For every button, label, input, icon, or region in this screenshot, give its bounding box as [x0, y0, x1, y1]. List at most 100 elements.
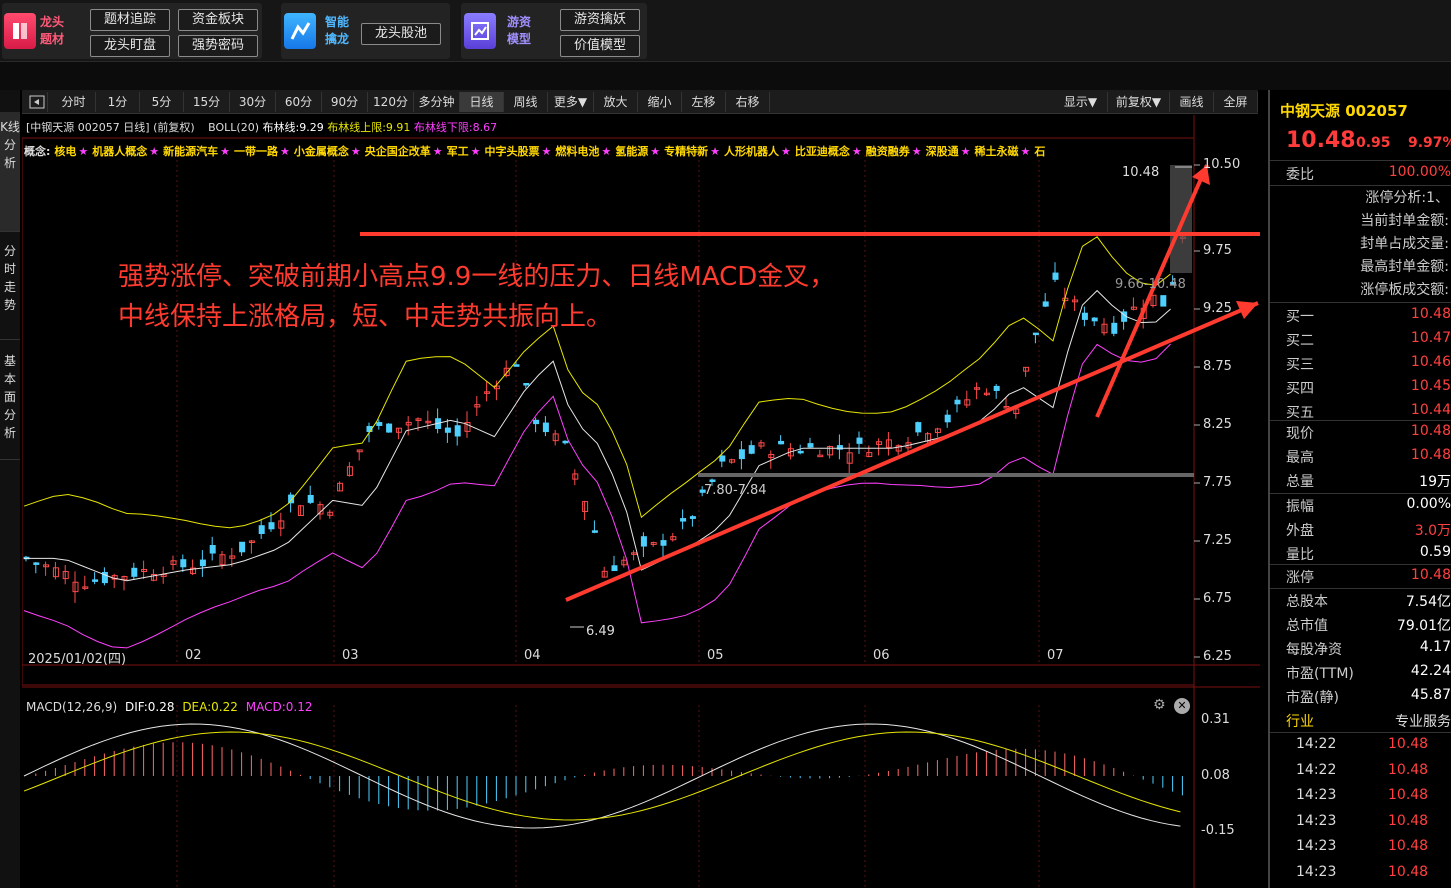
macd-dea: DEA:0.22 — [182, 700, 238, 714]
toolbar-item[interactable]: 30分 — [230, 92, 276, 112]
quote-row: 总股本 7.54亿 — [1270, 588, 1451, 612]
concept-item[interactable]: 氢能源 — [615, 145, 648, 158]
star-icon: ★ — [78, 145, 89, 158]
support-zone — [698, 473, 1194, 477]
concept-item[interactable]: 专精特新 — [664, 145, 708, 158]
concept-item[interactable]: 比亚迪概念 — [795, 145, 850, 158]
toolbar-item[interactable]: 日线 — [460, 92, 504, 112]
close-icon[interactable]: ✕ — [1174, 698, 1190, 714]
annotation-line-2: 中线保持上涨格局，短、中走势共振向上。 — [118, 302, 613, 332]
star-icon: ★ — [960, 145, 971, 158]
concept-item[interactable]: 深股通 — [926, 145, 959, 158]
side-tabs: K线分析 分时走势 基本面分析 — [0, 90, 20, 888]
group-dragon-topics: 龙头题材 题材追踪 资金板块 龙头盯盘 强势密码 — [2, 3, 262, 59]
concept-item[interactable]: 中字头股票 — [485, 145, 540, 158]
toolbar-item[interactable]: 更多▼ — [548, 92, 594, 112]
concept-label: 概念: — [24, 145, 51, 158]
dragon-pool-button[interactable]: 龙头股池 — [361, 23, 441, 45]
toolbar-item[interactable]: 多分钟 — [414, 92, 460, 112]
toolbar-item[interactable]: 60分 — [276, 92, 322, 112]
candle-body — [817, 454, 824, 458]
toolbar-item[interactable]: 120分 — [368, 92, 414, 112]
gear-icon[interactable]: ⚙ — [1153, 697, 1166, 713]
concept-item[interactable]: 人形机器人 — [724, 145, 779, 158]
annotation-overlay — [360, 164, 1260, 602]
toolbar-item[interactable]: 放大 — [594, 92, 638, 112]
strength-code-button[interactable]: 强势密码 — [178, 35, 258, 57]
quote-row: 外盘 3.0万 — [1270, 517, 1451, 541]
candle-body — [689, 516, 696, 519]
quote-row-label: 总市值 — [1286, 618, 1328, 634]
tick-row: 14:23 10.48 — [1270, 810, 1451, 834]
star-icon: ★ — [710, 145, 721, 158]
concept-item[interactable]: 一带一路 — [234, 145, 278, 158]
leader-watch-button[interactable]: 龙头盯盘 — [90, 35, 170, 57]
concept-item[interactable]: 小金属概念 — [294, 145, 349, 158]
concept-item[interactable]: 军工 — [447, 145, 469, 158]
star-icon: ★ — [470, 145, 481, 158]
price-change-pct: 9.97% — [1408, 135, 1451, 151]
spacer-bar — [0, 62, 1451, 90]
ghost-box — [1170, 165, 1192, 273]
concept-item[interactable]: 燃料电池 — [555, 145, 599, 158]
star-icon: ★ — [280, 145, 290, 158]
toolbar-item[interactable]: 周线 — [504, 92, 548, 112]
quote-row-value: 10.48 — [1410, 306, 1451, 322]
price-tick: 7.75 — [1203, 475, 1232, 490]
toolbar-item[interactable]: 90分 — [322, 92, 368, 112]
tab-fundamental[interactable]: 基本面分析 — [0, 350, 20, 460]
quote-row-value: 10.47 — [1410, 330, 1451, 346]
quote-row-label: 市盈(TTM) — [1286, 666, 1354, 682]
dea-line — [23, 731, 1181, 821]
toolbar-item[interactable]: 15分 — [184, 92, 230, 112]
candle-body — [268, 522, 275, 530]
candle-body — [1052, 272, 1059, 280]
chart-header: [中钢天源 002057 日线] (前复权) BOLL(20) 布林线:9.29… — [26, 119, 497, 135]
quote-row-label: 总股本 — [1286, 594, 1328, 610]
concept-item[interactable]: 核电 — [54, 145, 76, 158]
star-icon: ★ — [432, 145, 443, 158]
candle-body — [591, 530, 598, 533]
star-icon: ★ — [911, 145, 922, 158]
tab-kline[interactable]: K线分析 — [0, 112, 20, 232]
quote-row: 量比 0.59 — [1270, 541, 1451, 565]
dragon-topics-icon — [4, 13, 36, 49]
concept-item[interactable]: 央企国企改革 — [365, 145, 431, 158]
toolbar-right-item[interactable]: 画线 — [1170, 92, 1214, 112]
boll-lower: 布林线下限:8.67 — [413, 121, 498, 134]
toolbar-right-item[interactable]: 显示▼ — [1054, 92, 1108, 112]
toolbar-item[interactable]: 右移 — [726, 92, 770, 112]
toolbar-item[interactable]: 分时 — [52, 92, 96, 112]
toolbar-item[interactable]: 左移 — [682, 92, 726, 112]
tab-intraday[interactable]: 分时走势 — [0, 240, 20, 340]
hot-money-button[interactable]: 游资擒妖 — [560, 9, 640, 31]
concept-item[interactable]: 稀土永磁 — [975, 145, 1019, 158]
value-model-button[interactable]: 价值模型 — [560, 35, 640, 57]
concept-item[interactable]: 融资融券 — [866, 145, 910, 158]
price-tick: 9.25 — [1203, 301, 1232, 316]
first-date-label: 2025/01/02(四) — [28, 652, 127, 667]
star-icon: ★ — [541, 145, 552, 158]
collapse-icon[interactable] — [26, 92, 48, 112]
concept-item[interactable]: 石 — [1034, 145, 1045, 158]
toolbar-right-item[interactable]: 前复权▼ — [1108, 92, 1170, 112]
dif-line — [23, 723, 1181, 829]
candle-body — [523, 383, 530, 386]
toolbar-item[interactable]: 5分 — [140, 92, 184, 112]
toolbar-right-item[interactable]: 全屏 — [1214, 92, 1258, 112]
topic-tracking-button[interactable]: 题材追踪 — [90, 9, 170, 31]
toolbar-item[interactable]: 缩小 — [638, 92, 682, 112]
quote-row: 买三 10.46 — [1270, 351, 1451, 375]
limit-line: 涨停分析:1、 — [1365, 190, 1449, 206]
quote-row: 买二 10.47 — [1270, 327, 1451, 351]
quote-row: 买一 10.48 — [1270, 303, 1451, 327]
tick-price: 10.48 — [1388, 812, 1429, 829]
boll-mid-line — [24, 289, 1171, 582]
concept-item[interactable]: 机器人概念 — [92, 145, 147, 158]
limit-line: 当前封单金额: — [1360, 213, 1449, 229]
toolbar-item[interactable]: 1分 — [96, 92, 140, 112]
chart-area — [22, 115, 1260, 888]
concept-item[interactable]: 新能源汽车 — [163, 145, 218, 158]
fund-sector-button[interactable]: 资金板块 — [178, 9, 258, 31]
candle-body — [778, 440, 785, 445]
